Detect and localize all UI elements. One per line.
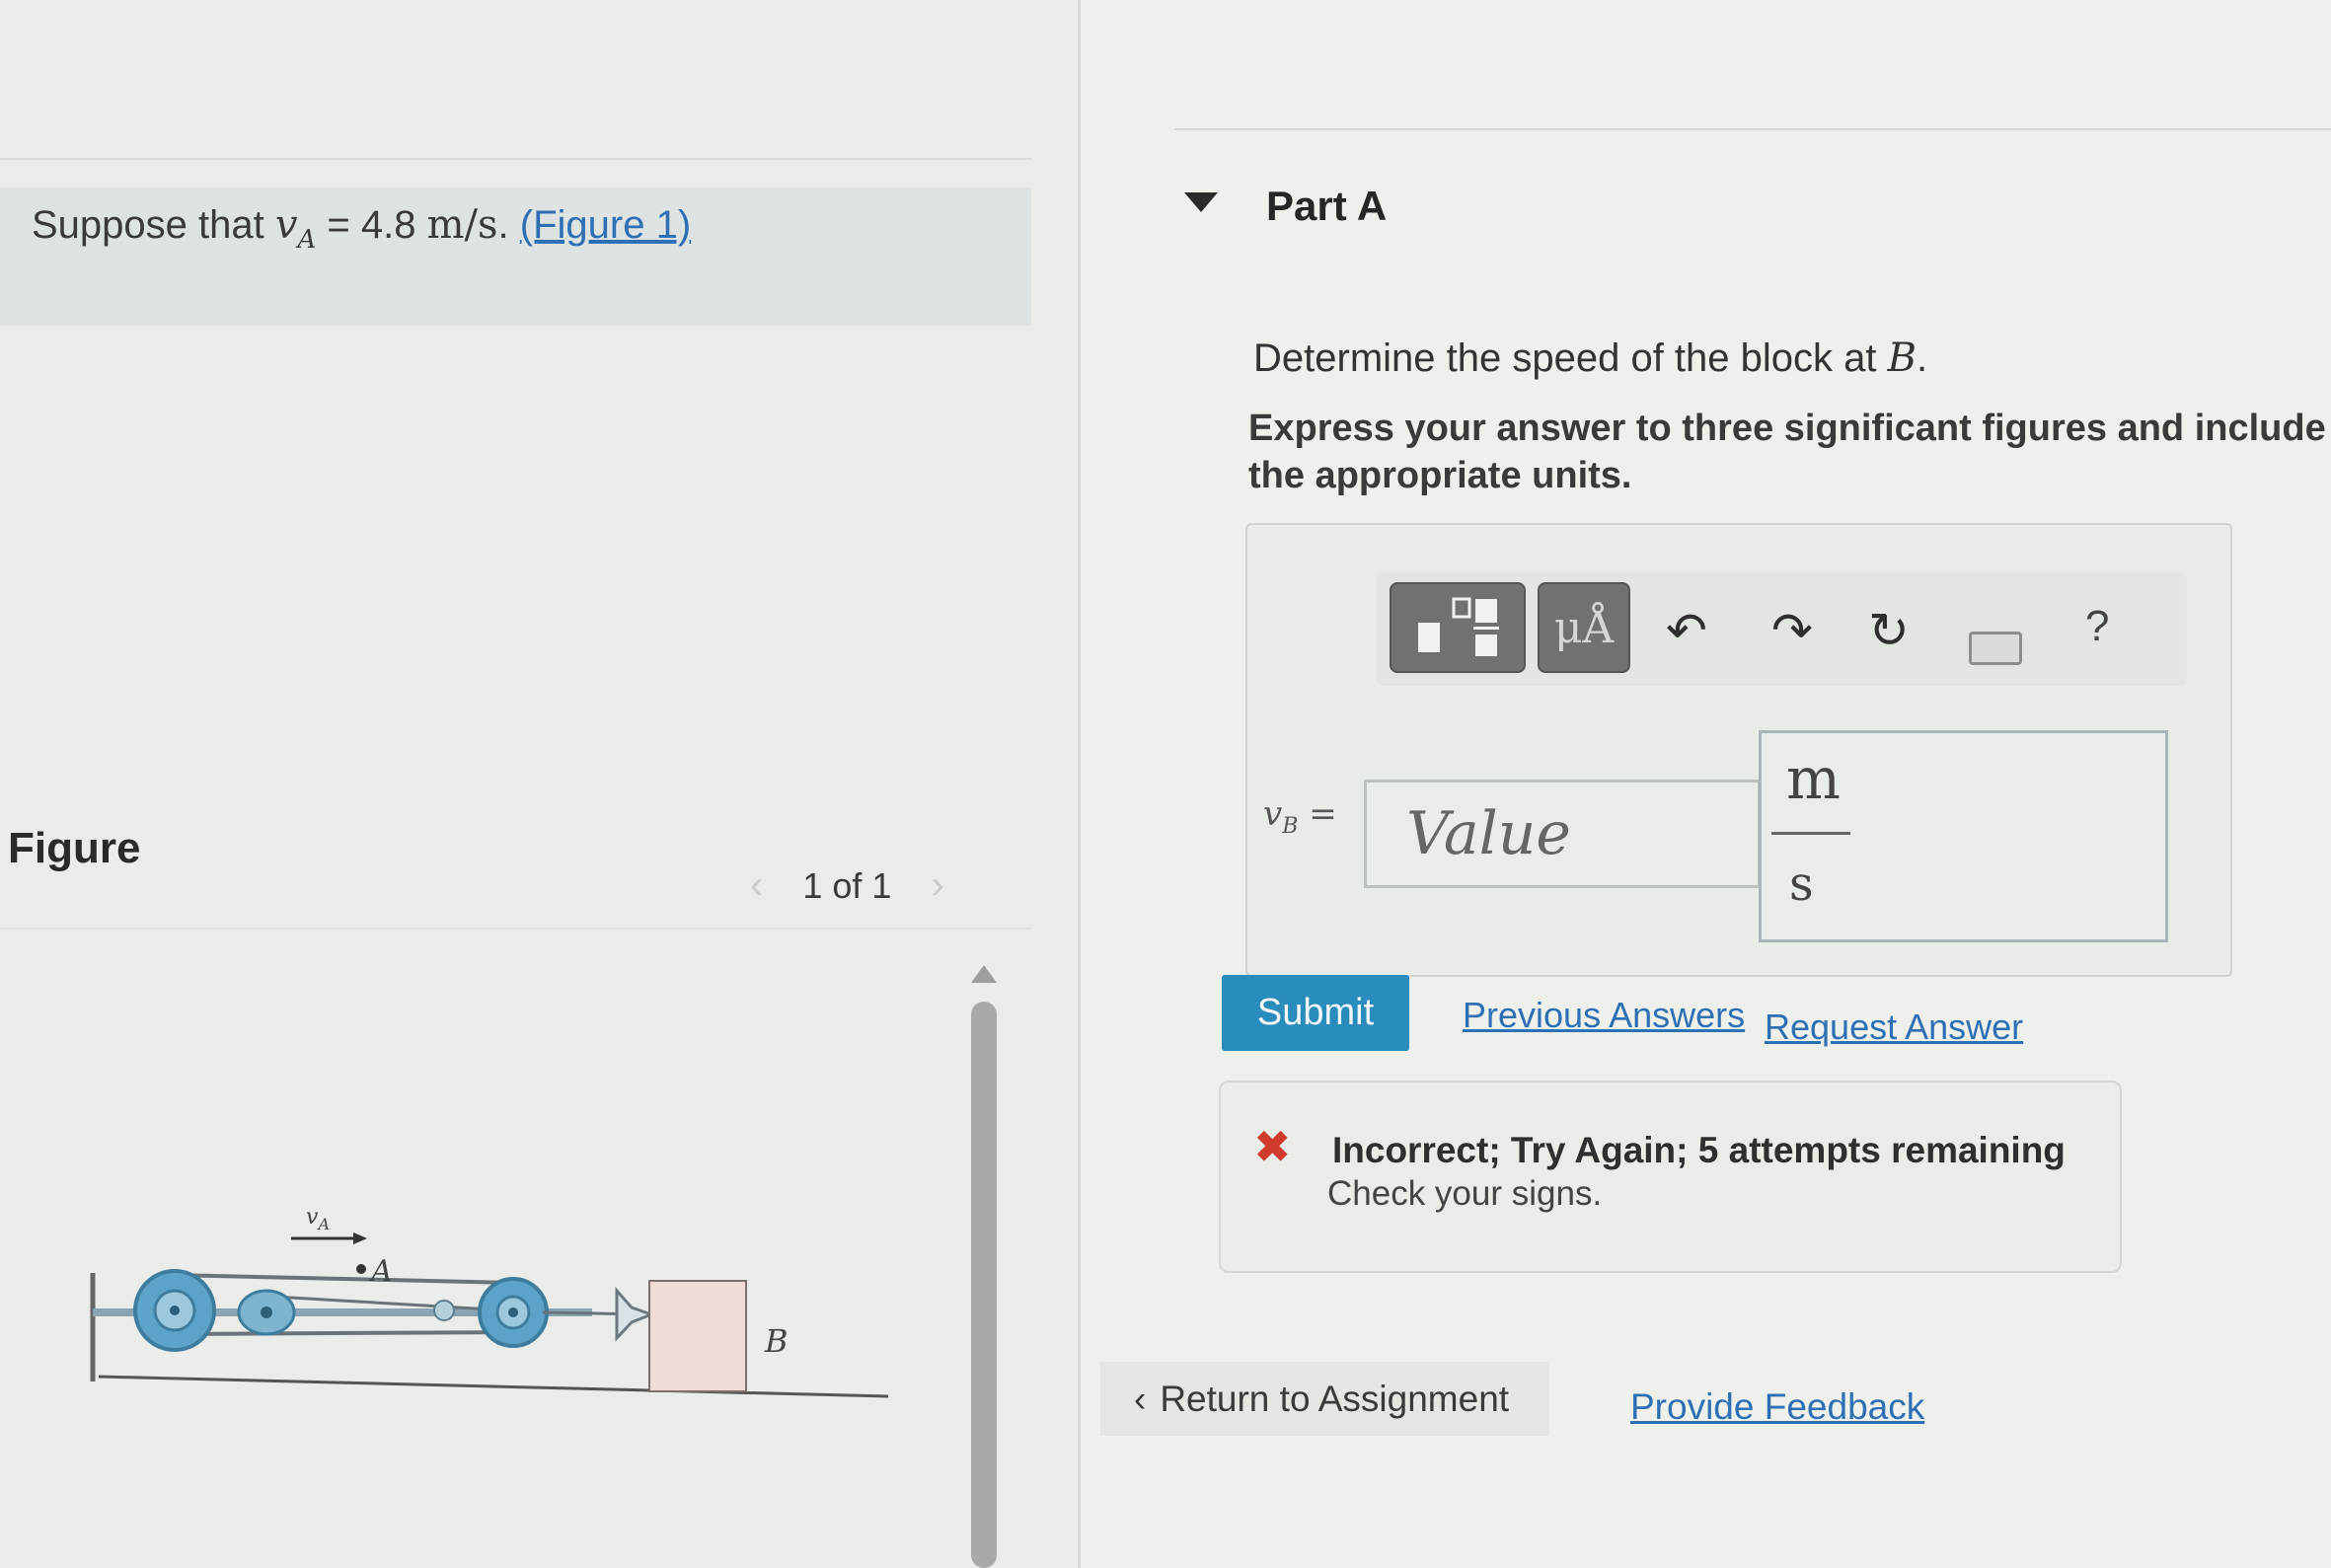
return-label: Return to Assignment xyxy=(1160,1378,1510,1419)
velocity-symbol: v xyxy=(274,202,298,248)
instruction-text: Express your answer to three significant… xyxy=(1248,408,2326,496)
chevron-right-icon[interactable]: › xyxy=(931,863,943,908)
figure-link[interactable]: (Figure 1) xyxy=(520,203,691,247)
feedback-title: Incorrect; Try Again; 5 attempts remaini… xyxy=(1332,1130,2066,1170)
cable-top xyxy=(172,1273,514,1285)
divider xyxy=(0,158,1031,160)
units-button[interactable]: μÅ xyxy=(1538,582,1630,673)
equals-sign: = xyxy=(1309,794,1337,834)
x-error-icon: ✖ xyxy=(1253,1121,1292,1172)
undo-icon[interactable]: ↶ xyxy=(1666,602,1707,659)
velocity-subscript: A xyxy=(297,225,317,255)
point-a-marker xyxy=(356,1264,366,1274)
unit-numerator: m xyxy=(1786,745,1841,812)
period: . xyxy=(497,203,509,247)
pulley-diagram: vA A B xyxy=(90,1205,889,1398)
block-b-label: B xyxy=(764,1322,789,1360)
question-text: Determine the speed of the block at B. xyxy=(1253,336,1927,381)
ground-line xyxy=(98,1375,889,1398)
scroll-up-arrow-icon[interactable] xyxy=(971,965,997,983)
keyboard-icon[interactable] xyxy=(1969,632,2022,665)
answer-variable: v xyxy=(1263,794,1283,834)
page: Suppose that vA = 4.8 m/s. (Figure 1) Fi… xyxy=(0,0,2331,1568)
collapse-triangle-icon[interactable] xyxy=(1184,192,1218,212)
return-to-assignment-button[interactable]: ‹ Return to Assignment xyxy=(1100,1362,1549,1436)
velocity-unit: m/s xyxy=(426,202,498,248)
pulley-left-axle xyxy=(170,1306,180,1315)
pulley-right-axle xyxy=(508,1307,518,1317)
intro-prefix: Suppose that xyxy=(32,203,264,247)
question-suffix: . xyxy=(1917,336,1928,380)
question-variable: B xyxy=(1887,336,1917,381)
pulley-a-axle xyxy=(261,1307,272,1318)
velocity-label: vA xyxy=(306,1205,330,1233)
reset-icon[interactable]: ↻ xyxy=(1868,602,1910,659)
chevron-left-icon: ‹ xyxy=(1134,1378,1147,1419)
template-button[interactable] xyxy=(1390,582,1526,673)
part-title: Part A xyxy=(1266,183,1388,229)
question-prefix: Determine the speed of the block at xyxy=(1253,336,1877,380)
submit-button[interactable]: Submit xyxy=(1222,975,1409,1051)
problem-intro: Suppose that vA = 4.8 m/s. (Figure 1) xyxy=(32,202,691,255)
unit-denominator: s xyxy=(1789,857,1814,912)
fraction-template-icon xyxy=(1418,597,1499,656)
help-button[interactable]: ? xyxy=(2085,602,2109,651)
value-input[interactable] xyxy=(1364,780,1761,888)
chevron-left-icon[interactable]: ‹ xyxy=(750,863,763,908)
scrollbar-thumb[interactable] xyxy=(971,1002,997,1568)
pager-label: 1 of 1 xyxy=(802,864,892,906)
block-b xyxy=(648,1280,747,1392)
velocity-variable: vA xyxy=(274,202,316,255)
point-a-label: A xyxy=(368,1254,393,1289)
feedback-hint: Check your signs. xyxy=(1327,1174,1603,1213)
velocity-arrowhead xyxy=(353,1232,367,1244)
answer-variable-subscript: B xyxy=(1282,814,1299,839)
block-hook xyxy=(615,1287,656,1342)
provide-feedback-link[interactable]: Provide Feedback xyxy=(1630,1386,1924,1428)
request-answer-link[interactable]: Request Answer xyxy=(1765,1007,2023,1048)
cable-clamp xyxy=(433,1300,455,1321)
divider xyxy=(0,928,1031,930)
figure-heading: Figure xyxy=(8,824,141,872)
cable-bottom xyxy=(172,1330,514,1336)
redo-icon[interactable]: ↷ xyxy=(1771,602,1813,659)
divider xyxy=(1174,128,2331,130)
fraction-bar xyxy=(1771,832,1850,835)
previous-answers-link[interactable]: Previous Answers xyxy=(1463,995,1745,1036)
velocity-value: = 4.8 xyxy=(327,203,416,247)
figure-pager: ‹ 1 of 1 › xyxy=(750,863,944,908)
answer-variable-label: vB = xyxy=(1263,794,1337,839)
